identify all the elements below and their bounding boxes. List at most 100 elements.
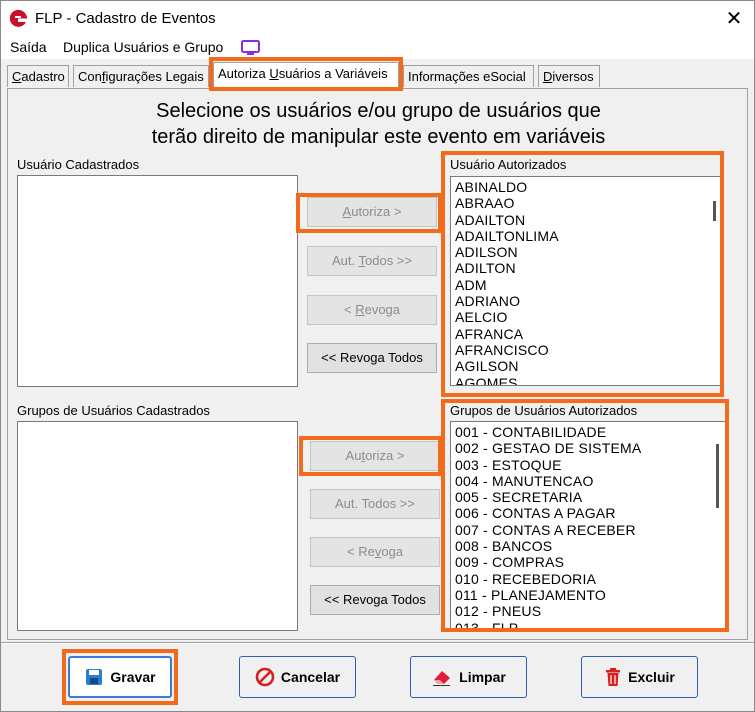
tab-label-accel: C	[12, 69, 22, 84]
user-list-item[interactable]: ADILSON	[455, 244, 704, 260]
users-available-list[interactable]	[17, 175, 298, 387]
groups-scrollbar-thumb[interactable]	[716, 444, 719, 508]
tab-configuracoes-legais[interactable]: Configurações Legais	[73, 65, 209, 87]
group-list-item[interactable]: 004 - MANUTENCAO	[455, 473, 707, 489]
cancelar-button[interactable]: Cancelar	[239, 656, 356, 698]
user-list-item[interactable]: AGOMES	[455, 375, 704, 385]
group-list-item[interactable]: 006 - CONTAS A PAGAR	[455, 505, 707, 521]
user-list-item[interactable]: AGILSON	[455, 358, 704, 374]
user-list-item[interactable]: ABRAAO	[455, 195, 704, 211]
window-title: FLP - Cadastro de Eventos	[35, 10, 216, 27]
tab-diversos[interactable]: Diversos	[538, 65, 600, 87]
monitor-icon[interactable]	[241, 40, 260, 56]
btn-label-pre: Au	[345, 448, 362, 463]
groups-aut-todos-button[interactable]: Aut. Todos >>	[310, 489, 440, 519]
title-bar: FLP - Cadastro de Eventos ✕	[1, 1, 754, 37]
user-list-item[interactable]: ADAILTON	[455, 212, 704, 228]
tab-label-post: iversos	[552, 69, 594, 84]
tab-label: Informações eSocial	[408, 69, 526, 84]
excluir-label: Excluir	[628, 669, 675, 685]
user-list-item[interactable]: ADAILTONLIMA	[455, 228, 704, 244]
group-list-item[interactable]: 005 - SECRETARIA	[455, 489, 707, 505]
users-authorized-label: Usuário Autorizados	[450, 157, 567, 172]
heading-line-2: terão direito de manipular este evento e…	[151, 126, 606, 148]
menu-saida[interactable]: Saída	[10, 39, 47, 55]
tab-label-accel: U	[269, 66, 279, 81]
btn-label-accel: A	[342, 204, 352, 219]
cancelar-label: Cancelar	[280, 669, 341, 685]
group-list-item[interactable]: 008 - BANCOS	[455, 538, 707, 554]
user-list-item[interactable]: ADM	[455, 277, 704, 293]
groups-available-label: Grupos de Usuários Cadastrados	[17, 403, 210, 418]
groups-autoriza-button[interactable]: Autoriza >	[310, 441, 440, 471]
users-available-label: Usuário Cadastrados	[17, 157, 140, 172]
group-list-item[interactable]: 002 - GESTAO DE SISTEMA	[455, 440, 707, 456]
tab-label-post: igurações Legais	[105, 69, 204, 84]
tab-content-panel: Selecione os usuários e/ou grupo de usuá…	[7, 88, 748, 640]
group-list-item[interactable]: 012 - PNEUS	[455, 603, 707, 619]
gravar-label: Gravar	[110, 669, 156, 685]
tab-label-post: adastro	[21, 69, 65, 84]
users-aut-todos-button[interactable]: Aut. Todos >>	[307, 246, 437, 276]
btn-label-pre: <	[343, 302, 356, 317]
users-revoga-todos-button[interactable]: << Revoga Todos	[307, 343, 437, 373]
close-icon: ✕	[725, 8, 743, 30]
tab-label-pre: Autoriza	[218, 66, 270, 81]
app-logo-icon	[9, 9, 28, 27]
bottom-separator	[1, 642, 754, 644]
groups-revoga-button[interactable]: < Revoga	[310, 537, 440, 567]
btn-label-post: odos >>	[365, 253, 412, 268]
groups-available-list[interactable]	[17, 421, 298, 631]
group-list-item[interactable]: 011 - PLANEJAMENTO	[455, 587, 707, 603]
menu-duplica-usuarios[interactable]: Duplica Usuários e Grupo	[63, 39, 223, 55]
group-list-item[interactable]: 001 - CONTABILIDADE	[455, 424, 707, 440]
heading-line-1: Selecione os usuários e/ou grupo de usuá…	[156, 100, 601, 122]
btn-label-post: evoga	[364, 302, 401, 317]
group-list-item[interactable]: 007 - CONTAS A RECEBER	[455, 522, 707, 538]
user-list-item[interactable]: ADILTON	[455, 260, 704, 276]
btn-label-post: oriza >	[365, 448, 405, 463]
limpar-button[interactable]: Limpar	[410, 656, 527, 698]
menu-bar: Saída Duplica Usuários e Grupo	[1, 37, 754, 59]
trash-icon	[606, 668, 621, 686]
user-list-item[interactable]: AFRANCISCO	[455, 342, 704, 358]
window: FLP - Cadastro de Eventos ✕ Saída Duplic…	[0, 0, 755, 712]
tab-autoriza-usuarios[interactable]: Autoriza Usuários a Variáveis	[213, 62, 399, 88]
users-revoga-button[interactable]: < Revoga	[307, 295, 437, 325]
groups-authorized-list[interactable]: 001 - CONTABILIDADE 002 - GESTAO DE SISTE…	[450, 421, 726, 631]
users-authorized-list[interactable]: ABINALDO ABRAAO ADAILTON ADAILTONLIMA ADILSO…	[450, 176, 723, 386]
btn-label-pre: Aut.	[331, 253, 359, 268]
user-list-item[interactable]: ADRIANO	[455, 293, 704, 309]
cancel-icon	[255, 667, 275, 687]
btn-label-pre: < Re	[346, 544, 375, 559]
save-icon	[86, 669, 103, 685]
btn-label-post: oga	[381, 544, 404, 559]
btn-label-accel: R	[355, 302, 365, 317]
tab-label-accel: D	[543, 69, 553, 84]
tab-label-pre: Con	[78, 69, 102, 84]
tab-cadastro[interactable]: Cadastro	[7, 65, 69, 87]
eraser-icon	[433, 671, 451, 686]
excluir-button[interactable]: Excluir	[581, 656, 698, 698]
tab-label-post: suários a Variáveis	[278, 66, 388, 81]
tab-strip: Cadastro Configurações Legais Autoriza U…	[1, 59, 754, 89]
gravar-button[interactable]: Gravar	[68, 656, 172, 698]
user-list-item[interactable]: AELCIO	[455, 309, 704, 325]
group-list-item[interactable]: 003 - ESTOQUE	[455, 457, 707, 473]
users-authorized-items: ABINALDO ABRAAO ADAILTON ADAILTONLIMA ADILSO…	[455, 179, 704, 385]
page-heading: Selecione os usuários e/ou grupo de usuá…	[8, 98, 749, 150]
tab-informacoes-esocial[interactable]: Informações eSocial	[403, 65, 534, 87]
btn-label-post: utoriza >	[351, 204, 402, 219]
close-button[interactable]: ✕	[722, 7, 746, 31]
group-list-item[interactable]: 013 - FLP	[455, 620, 707, 630]
group-list-item[interactable]: 009 - COMPRAS	[455, 554, 707, 570]
groups-authorized-items: 001 - CONTABILIDADE 002 - GESTAO DE SISTE…	[455, 424, 707, 630]
user-list-item[interactable]: ABINALDO	[455, 179, 704, 195]
users-scrollbar-thumb[interactable]	[713, 201, 716, 221]
user-list-item[interactable]: AFRANCA	[455, 326, 704, 342]
group-list-item[interactable]: 010 - RECEBEDORIA	[455, 571, 707, 587]
users-autoriza-button[interactable]: Autoriza >	[307, 197, 437, 227]
groups-authorized-label: Grupos de Usuários Autorizados	[450, 403, 638, 418]
limpar-label: Limpar	[459, 669, 506, 685]
groups-revoga-todos-button[interactable]: << Revoga Todos	[310, 585, 440, 615]
